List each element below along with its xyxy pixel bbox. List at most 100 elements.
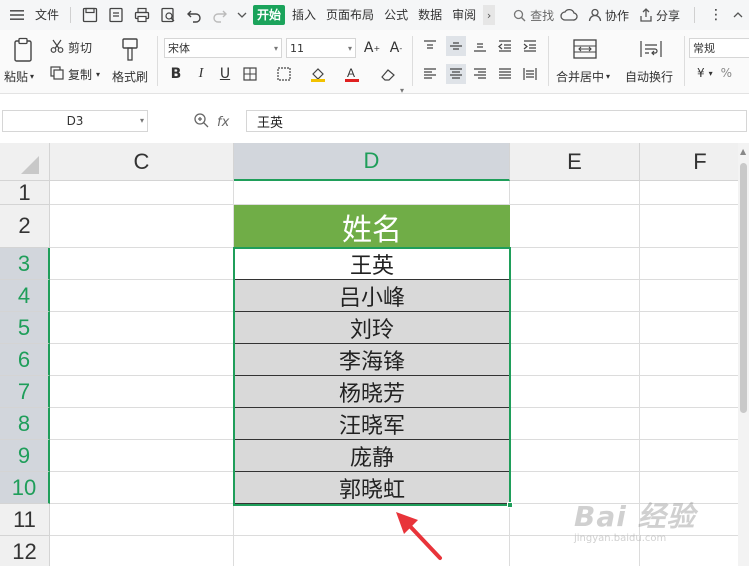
format-painter-button[interactable]: 格式刷 bbox=[112, 68, 148, 85]
scrollbar-thumb[interactable] bbox=[740, 163, 747, 413]
print-icon[interactable] bbox=[131, 4, 153, 26]
font-name-select[interactable]: 宋体 ▾ bbox=[164, 38, 282, 58]
grid-cell[interactable] bbox=[50, 344, 234, 376]
cell-d7[interactable]: 杨晓芳 bbox=[234, 376, 510, 408]
menu-icon[interactable] bbox=[6, 4, 28, 26]
grid-cell[interactable] bbox=[50, 248, 234, 280]
grid-cell[interactable] bbox=[640, 312, 738, 344]
grid-cell[interactable] bbox=[510, 280, 640, 312]
cell-d8[interactable]: 汪晓军 bbox=[234, 408, 510, 440]
column-header-f[interactable]: F bbox=[640, 143, 738, 181]
grid-cell[interactable] bbox=[50, 376, 234, 408]
tab-review[interactable]: 审阅 bbox=[449, 5, 479, 25]
column-header-d[interactable]: D bbox=[234, 143, 510, 181]
increase-indent-icon[interactable] bbox=[520, 36, 540, 56]
font-size-select[interactable]: 11 ▾ bbox=[286, 38, 356, 58]
vertical-scrollbar[interactable]: ▲ bbox=[738, 143, 749, 566]
row-header-1[interactable]: 1 bbox=[0, 180, 50, 205]
align-bottom-icon[interactable] bbox=[470, 36, 490, 56]
copy-button[interactable]: 复制 ▾ bbox=[50, 66, 100, 83]
align-left-icon[interactable] bbox=[420, 64, 440, 84]
tab-home[interactable]: 开始 bbox=[253, 5, 286, 25]
zoom-icon[interactable] bbox=[193, 112, 209, 132]
grid-cell[interactable] bbox=[640, 440, 738, 472]
grid-cell[interactable] bbox=[510, 376, 640, 408]
merge-center-button[interactable]: 合并居中 ▾ bbox=[556, 68, 610, 85]
paste-button[interactable]: 粘贴 ▾ bbox=[4, 68, 34, 85]
align-right-icon[interactable] bbox=[470, 64, 490, 84]
column-header-e[interactable]: E bbox=[510, 143, 640, 181]
redo-icon[interactable] bbox=[209, 4, 231, 26]
grid-cell[interactable] bbox=[510, 248, 640, 280]
grid-cell[interactable] bbox=[50, 472, 234, 504]
save-icon[interactable] bbox=[79, 4, 101, 26]
row-header-5[interactable]: 5 bbox=[0, 312, 50, 344]
wrap-text-icon[interactable] bbox=[638, 38, 664, 60]
grid-cell[interactable] bbox=[234, 181, 510, 205]
grid-cell[interactable] bbox=[640, 205, 738, 248]
cell-d4[interactable]: 吕小峰 bbox=[234, 280, 510, 312]
grid-cell[interactable] bbox=[50, 312, 234, 344]
row-header-12[interactable]: 12 bbox=[0, 536, 50, 566]
font-color-icon[interactable]: A bbox=[342, 64, 362, 84]
align-top-icon[interactable] bbox=[420, 36, 440, 56]
search-box[interactable]: 查找 bbox=[513, 7, 554, 24]
row-header-9[interactable]: 9 bbox=[0, 440, 50, 472]
tab-formulas[interactable]: 公式 bbox=[381, 5, 411, 25]
column-header-c[interactable]: C bbox=[50, 143, 234, 181]
grid-cell[interactable] bbox=[510, 344, 640, 376]
cell-style-icon[interactable] bbox=[274, 64, 294, 84]
print-preview-icon[interactable] bbox=[157, 4, 179, 26]
cell-d6[interactable]: 李海锋 bbox=[234, 344, 510, 376]
grid-cell[interactable] bbox=[234, 504, 510, 536]
cloud-sync-icon[interactable] bbox=[560, 8, 578, 22]
fill-handle[interactable] bbox=[507, 502, 513, 508]
percent-icon[interactable]: % bbox=[721, 66, 732, 80]
align-center-icon[interactable] bbox=[446, 64, 466, 84]
grid-cell[interactable] bbox=[640, 248, 738, 280]
grid-cell[interactable] bbox=[510, 181, 640, 205]
cell-d10[interactable]: 郭晓虹 bbox=[234, 472, 510, 504]
fill-color-icon[interactable] bbox=[308, 64, 328, 84]
fx-icon[interactable]: fx bbox=[217, 115, 229, 130]
grid-cell[interactable] bbox=[234, 536, 510, 566]
grid-cell[interactable] bbox=[510, 312, 640, 344]
paste-icon[interactable] bbox=[6, 36, 40, 64]
increase-font-size-icon[interactable]: A + bbox=[362, 38, 382, 58]
grid-cell[interactable] bbox=[510, 205, 640, 248]
italic-icon[interactable]: I bbox=[191, 64, 211, 84]
grid-cell[interactable] bbox=[640, 280, 738, 312]
select-all-corner[interactable] bbox=[0, 143, 50, 181]
grid-cell[interactable] bbox=[510, 440, 640, 472]
scroll-up-icon[interactable]: ▲ bbox=[740, 147, 746, 156]
export-pdf-icon[interactable] bbox=[105, 4, 127, 26]
row-header-6[interactable]: 6 bbox=[0, 344, 50, 376]
clear-format-icon[interactable] bbox=[378, 64, 398, 84]
grid-cell[interactable] bbox=[640, 408, 738, 440]
underline-icon[interactable]: U bbox=[215, 64, 235, 84]
header-cell-d2[interactable]: 姓名 bbox=[234, 205, 510, 248]
row-header-8[interactable]: 8 bbox=[0, 408, 50, 440]
quick-access-dropdown-icon[interactable] bbox=[235, 4, 249, 26]
cell-d9[interactable]: 庞静 bbox=[234, 440, 510, 472]
distributed-align-icon[interactable] bbox=[520, 64, 540, 84]
grid-cell[interactable] bbox=[510, 408, 640, 440]
collapse-ribbon-icon[interactable] bbox=[733, 11, 743, 19]
bold-icon[interactable]: B bbox=[166, 64, 186, 84]
grid-cell[interactable] bbox=[50, 408, 234, 440]
cell-d3[interactable]: 王英 bbox=[234, 248, 510, 280]
grid-cell[interactable] bbox=[50, 181, 234, 205]
wrap-text-button[interactable]: 自动换行 bbox=[625, 68, 673, 85]
row-header-10[interactable]: 10 bbox=[0, 472, 50, 504]
row-header-4[interactable]: 4 bbox=[0, 280, 50, 312]
tab-data[interactable]: 数据 bbox=[415, 5, 445, 25]
decrease-indent-icon[interactable] bbox=[495, 36, 515, 56]
grid-cell[interactable] bbox=[50, 536, 234, 566]
decrease-font-size-icon[interactable]: A- bbox=[386, 38, 406, 58]
more-tabs-chevron-icon[interactable]: › bbox=[483, 5, 496, 25]
name-box[interactable]: D3 ▾ bbox=[2, 110, 148, 132]
borders-icon[interactable] bbox=[240, 64, 260, 84]
grid-cell[interactable] bbox=[50, 280, 234, 312]
merge-center-icon[interactable] bbox=[572, 38, 598, 60]
grid-cell[interactable] bbox=[640, 181, 738, 205]
